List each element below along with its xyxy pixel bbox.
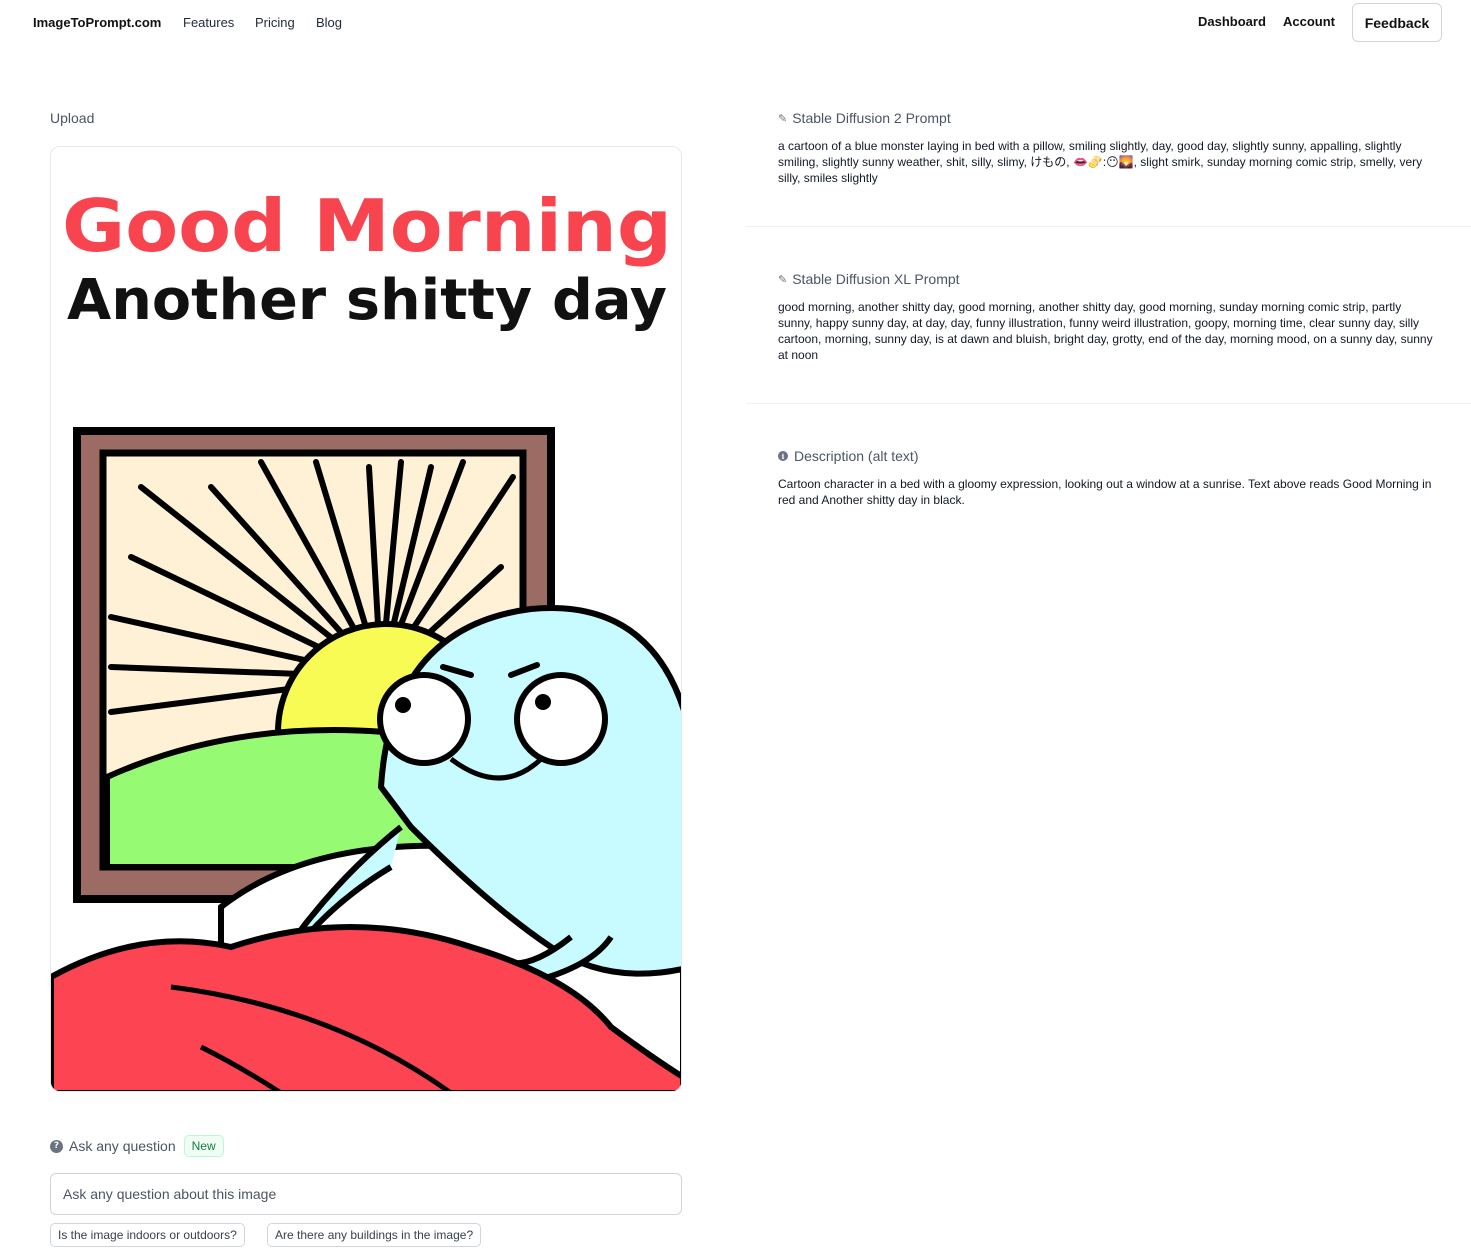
suggestion-chip-indoors[interactable]: Is the image indoors or outdoors? [50, 1223, 245, 1247]
image-headline: Good Morning [62, 184, 672, 268]
brand-logo[interactable]: ImageToPrompt.com [33, 15, 161, 30]
description-text: Cartoon character in a bed with a gloomy… [778, 477, 1432, 507]
sd2-prompt-section: ✎ Stable Diffusion 2 Prompt a cartoon of… [746, 96, 1471, 227]
description-section: i Description (alt text) Cartoon charact… [746, 404, 1471, 544]
ask-question-header: ? Ask any question New [50, 1134, 224, 1158]
feedback-button[interactable]: Feedback [1352, 3, 1442, 42]
nav-link-account[interactable]: Account [1283, 14, 1335, 29]
info-circle-icon: i [778, 451, 788, 461]
image-subline: Another shitty day [67, 268, 667, 333]
nav-link-pricing[interactable]: Pricing [255, 15, 295, 30]
nav-link-features[interactable]: Features [183, 15, 234, 30]
brush-icon: ✎ [778, 273, 788, 286]
uploaded-image[interactable]: Good Morning Another shitty day [50, 146, 682, 1092]
ask-question-title: Ask any question [69, 1138, 176, 1154]
nav-link-blog[interactable]: Blog [316, 15, 342, 30]
description-title: Description (alt text) [794, 448, 919, 464]
brush-icon: ✎ [778, 112, 788, 125]
upload-label: Upload [50, 110, 95, 126]
sdxl-prompt-text: good morning, another shitty day, good m… [778, 300, 1433, 362]
sdxl-prompt-section: ✎ Stable Diffusion XL Prompt good mornin… [746, 227, 1471, 404]
suggestion-chip-buildings[interactable]: Are there any buildings in the image? [267, 1223, 482, 1247]
question-circle-icon: ? [50, 1139, 63, 1153]
top-nav: ImageToPrompt.com Features Pricing Blog … [0, 0, 1471, 46]
new-badge: New [183, 1135, 224, 1157]
sdxl-prompt-title: Stable Diffusion XL Prompt [792, 271, 960, 287]
ask-question-input[interactable] [50, 1173, 682, 1215]
sd2-prompt-text: a cartoon of a blue monster laying in be… [778, 139, 1423, 185]
sd2-prompt-title: Stable Diffusion 2 Prompt [792, 110, 951, 126]
nav-link-dashboard[interactable]: Dashboard [1198, 14, 1266, 29]
